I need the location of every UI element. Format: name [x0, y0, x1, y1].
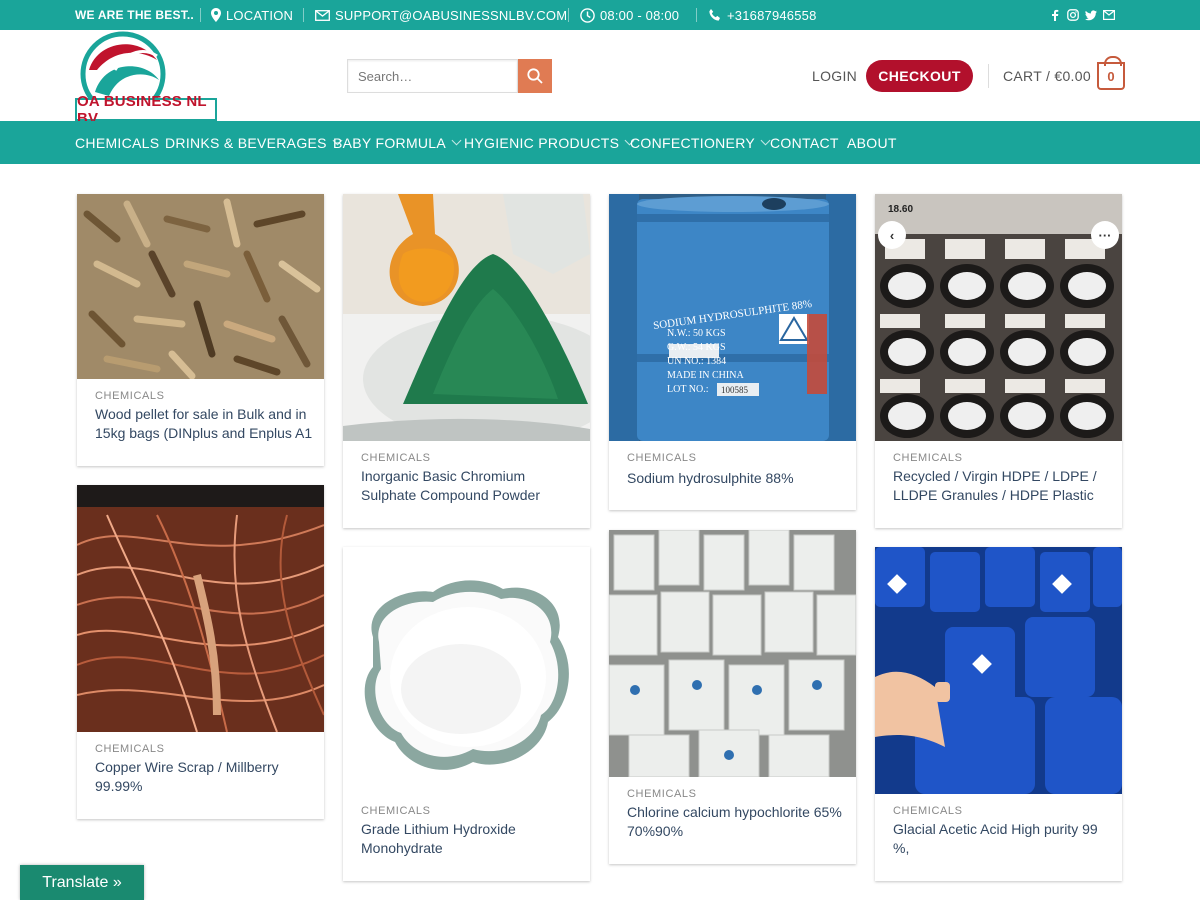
product-card[interactable]: CHEMICALS Chlorine calcium hypochlorite … — [609, 530, 856, 864]
drum-made-text: MADE IN CHINA — [667, 370, 744, 381]
product-category[interactable]: CHEMICALS — [627, 452, 697, 464]
nav-item-hygienic-products[interactable]: HYGIENIC PRODUCTS — [464, 121, 635, 164]
product-category[interactable]: CHEMICALS — [95, 390, 165, 402]
product-title[interactable]: Chlorine calcium hypochlorite 65% 70%90% — [627, 803, 845, 841]
product-image-buckets[interactable] — [609, 530, 856, 777]
image-more-button[interactable]: ··· — [1091, 221, 1119, 249]
search-input[interactable] — [347, 59, 518, 93]
product-image-chromium-powder[interactable] — [343, 194, 590, 441]
product-image-drum[interactable]: SODIUM HYDROSULPHITE 88% N.W.: 50 KGS G.… — [609, 194, 856, 441]
product-image-copper-wire[interactable] — [77, 485, 324, 732]
image-back-button[interactable]: ‹ — [878, 221, 906, 249]
product-card[interactable]: SODIUM HYDROSULPHITE 88% N.W.: 50 KGS G.… — [609, 194, 856, 510]
product-title[interactable]: Recycled / Virgin HDPE / LDPE / LLDPE Gr… — [893, 467, 1111, 505]
divider — [988, 64, 989, 88]
product-card[interactable]: CHEMICALS Inorganic Basic Chromium Sulph… — [343, 194, 590, 528]
search-button[interactable] — [518, 59, 552, 93]
top-bar: WE ARE THE BEST.. LOCATION SUPPORT@OABUS… — [0, 0, 1200, 30]
phone-link[interactable]: +31687946558 — [708, 0, 817, 30]
nav-item-contact[interactable]: CONTACT — [770, 121, 839, 164]
logo-text: OA BUSINESS NL BV — [75, 93, 217, 127]
search-form — [347, 59, 552, 93]
nav-label: DRINKS & BEVERAGES — [165, 134, 327, 151]
phone-time-text: 18.60 — [888, 204, 913, 215]
phone-icon — [709, 9, 720, 21]
instagram-icon[interactable] — [1067, 9, 1079, 21]
location-link[interactable]: LOCATION — [211, 0, 293, 30]
product-category[interactable]: CHEMICALS — [627, 788, 697, 800]
product-title[interactable]: Copper Wire Scrap / Millberry 99.99% — [95, 758, 313, 796]
drum-lot-value: 100585 — [721, 385, 749, 395]
product-title[interactable]: Grade Lithium Hydroxide Monohydrate — [361, 820, 579, 858]
email-icon[interactable] — [1103, 9, 1115, 21]
email-label: SUPPORT@OABUSINESSNLBV.COM — [335, 7, 568, 23]
product-image-blue-jerrycans[interactable] — [875, 547, 1122, 794]
nav-label: CONFECTIONERY — [630, 134, 755, 151]
drum-lot-text: LOT NO.: — [667, 384, 708, 395]
product-image-white-powder[interactable] — [343, 547, 590, 794]
map-pin-icon — [211, 8, 221, 22]
more-icon: ··· — [1098, 227, 1112, 243]
cart-link[interactable]: CART / €0.00 — [1003, 60, 1091, 92]
main-nav: CHEMICALS DRINKS & BEVERAGES BABY FORMUL… — [0, 121, 1200, 164]
translate-button[interactable]: Translate » — [20, 865, 144, 900]
product-category[interactable]: CHEMICALS — [893, 805, 963, 817]
cart-count-badge[interactable]: 0 — [1097, 56, 1125, 90]
nav-label: HYGIENIC PRODUCTS — [464, 134, 620, 151]
product-title[interactable]: Inorganic Basic Chromium Sulphate Compou… — [361, 467, 579, 505]
clock-icon — [580, 7, 595, 23]
product-category[interactable]: CHEMICALS — [361, 805, 431, 817]
social-links — [1049, 0, 1115, 30]
nav-label: ABOUT — [847, 134, 897, 151]
drum-gw-text: G.W.: 54 KGS — [667, 342, 726, 353]
product-category[interactable]: CHEMICALS — [95, 743, 165, 755]
nav-item-about[interactable]: ABOUT — [847, 121, 897, 164]
product-title[interactable]: Glacial Acetic Acid High purity 99 %, — [893, 820, 1111, 858]
twitter-icon[interactable] — [1085, 9, 1097, 21]
location-label: LOCATION — [226, 7, 294, 23]
nav-label: BABY FORMULA — [333, 134, 447, 151]
divider — [568, 8, 569, 22]
product-image-wood-pellets[interactable] — [77, 194, 324, 379]
product-image-granules[interactable]: 18.60 — [875, 194, 1122, 441]
checkout-button[interactable]: CHECKOUT — [866, 60, 973, 92]
facebook-icon[interactable] — [1049, 9, 1061, 21]
envelope-icon — [315, 9, 330, 21]
product-card[interactable]: CHEMICALS Copper Wire Scrap / Millberry … — [77, 485, 324, 819]
product-card[interactable]: CHEMICALS Grade Lithium Hydroxide Monohy… — [343, 547, 590, 881]
login-link[interactable]: LOGIN — [812, 60, 857, 92]
hours-label: 08:00 - 08:00 — [600, 7, 680, 23]
nav-label: CHEMICALS — [75, 134, 160, 151]
email-link[interactable]: SUPPORT@OABUSINESSNLBV.COM — [315, 0, 567, 30]
search-icon — [527, 68, 543, 84]
product-category[interactable]: CHEMICALS — [893, 452, 963, 464]
nav-item-confectionery[interactable]: CONFECTIONERY — [630, 121, 771, 164]
header: OA BUSINESS NL BV LOGIN CHECKOUT CART / … — [0, 30, 1200, 127]
drum-un-text: UN NO.: 1384 — [667, 356, 726, 367]
product-title[interactable]: Sodium hydrosulphite 88% — [627, 469, 845, 488]
divider — [200, 8, 201, 22]
chevron-left-icon: ‹ — [889, 227, 895, 243]
nav-label: CONTACT — [770, 134, 839, 151]
product-card[interactable]: CHEMICALS Wood pellet for sale in Bulk a… — [77, 194, 324, 466]
product-title[interactable]: Wood pellet for sale in Bulk and in 15kg… — [95, 405, 313, 443]
drum-nw-text: N.W.: 50 KGS — [667, 328, 726, 339]
product-card[interactable]: 18.60 ‹ ··· CHEMICALS Recycled / Virgin … — [875, 194, 1122, 528]
tagline: WE ARE THE BEST.. — [75, 8, 194, 22]
nav-item-chemicals[interactable]: CHEMICALS — [75, 121, 159, 164]
divider — [696, 8, 697, 22]
divider — [303, 8, 304, 22]
chevron-down-icon — [760, 135, 771, 146]
product-card[interactable]: CHEMICALS Glacial Acetic Acid High purit… — [875, 547, 1122, 881]
nav-item-drinks-beverages[interactable]: DRINKS & BEVERAGES — [165, 121, 343, 164]
phone-label: +31687946558 — [727, 7, 817, 23]
product-category[interactable]: CHEMICALS — [361, 452, 431, 464]
chevron-down-icon — [451, 135, 462, 146]
nav-item-baby-formula[interactable]: BABY FORMULA — [333, 121, 462, 164]
hours-item: 08:00 - 08:00 — [580, 0, 679, 30]
